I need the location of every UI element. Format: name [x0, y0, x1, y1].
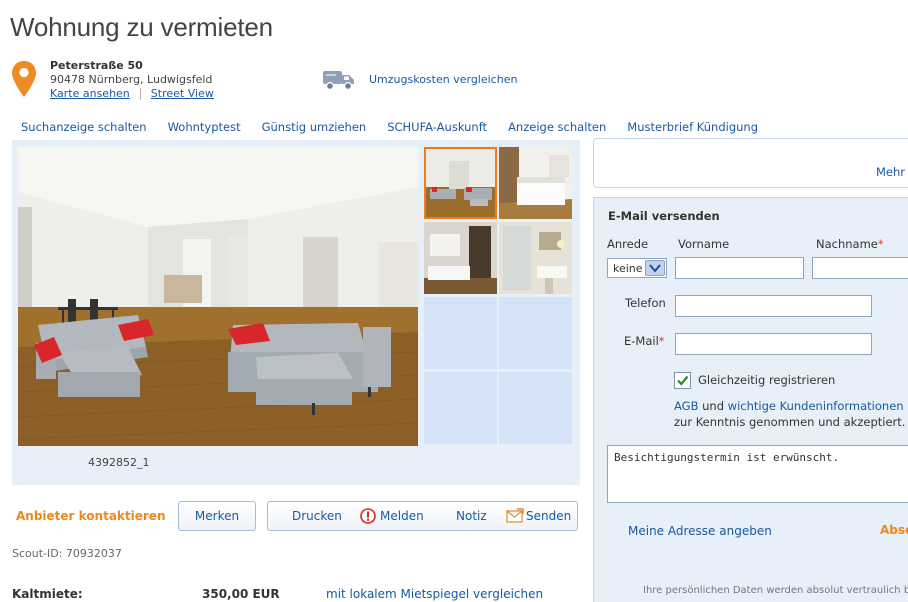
truck-icon — [323, 71, 354, 91]
firstname-label: Vorname — [678, 237, 730, 251]
email-label: E-Mail* — [624, 334, 665, 348]
chevron-down-icon — [645, 260, 665, 276]
print-button[interactable]: Drucken — [292, 502, 342, 530]
main-photo[interactable] — [18, 147, 418, 446]
agb-link[interactable]: AGB — [674, 399, 698, 413]
thumbnail-empty — [424, 297, 497, 369]
thumbnail-empty — [499, 297, 572, 369]
email-input[interactable] — [675, 333, 872, 355]
salutation-label: Anrede — [607, 237, 649, 251]
phone-input[interactable] — [675, 295, 872, 317]
submit-button[interactable]: Absenden — [880, 523, 908, 537]
action-button-group: Drucken Melden Notiz Senden — [267, 501, 578, 531]
mietspiegel-link[interactable]: mit lokalem Mietspiegel vergleichen — [326, 587, 543, 601]
kaltmiete-value: 350,00 EUR — [202, 587, 280, 601]
salutation-select[interactable]: keine — [607, 258, 667, 278]
secondary-nav: Suchanzeige schalten Wohntyptest Günstig… — [21, 120, 779, 134]
privacy-note: Ihre persönlichen Daten werden absolut v… — [643, 585, 908, 596]
thumbnail-3[interactable] — [424, 222, 497, 294]
street-view-link[interactable]: Street View — [151, 87, 214, 100]
lastname-label: Nachname* — [816, 237, 884, 251]
map-link[interactable]: Karte ansehen — [50, 87, 130, 100]
nav-item-schufa[interactable]: SCHUFA-Auskunft — [387, 120, 487, 134]
contact-provider-button[interactable]: Anbieter kontaktieren — [16, 509, 166, 523]
scout-id: Scout-ID: 70932037 — [12, 547, 122, 560]
location-pin-icon — [12, 61, 36, 97]
address-city: 90478 Nürnberg, Ludwigsfeld — [50, 73, 213, 86]
firstname-input[interactable] — [675, 257, 804, 279]
compare-moving-costs-link[interactable]: Umzugskosten vergleichen — [369, 73, 517, 86]
thumbnail-4[interactable] — [499, 222, 572, 294]
info-box — [593, 138, 908, 188]
page-title: Wohnung zu vermieten — [10, 12, 273, 42]
nav-item-wohntyptest[interactable]: Wohntyptest — [168, 120, 241, 134]
customer-info-link[interactable]: wichtige Kundeninformationen — [728, 399, 904, 413]
register-label: Gleichzeitig registrieren — [698, 373, 836, 387]
save-listing-button[interactable]: Merken — [178, 501, 256, 531]
email-form-title: E-Mail versenden — [608, 209, 720, 223]
report-icon — [360, 508, 376, 527]
more-link[interactable]: Mehr — [876, 165, 905, 179]
report-button[interactable]: Melden — [380, 502, 424, 530]
nav-item-umziehen[interactable]: Günstig umziehen — [262, 120, 367, 134]
nav-item-anzeige[interactable]: Anzeige schalten — [508, 120, 606, 134]
terms-line: AGB und wichtige Kundeninformationen — [674, 399, 904, 413]
divider — [139, 87, 141, 100]
phone-label: Telefon — [625, 296, 666, 310]
thumbnail-2[interactable] — [499, 147, 572, 219]
terms-accepted-text: zur Kenntnis genommen und akzeptiert. — [674, 415, 906, 429]
thumbnail-empty — [424, 372, 497, 444]
kaltmiete-label: Kaltmiete: — [12, 587, 83, 601]
send-button[interactable]: Senden — [526, 502, 571, 530]
lastname-input[interactable] — [812, 257, 908, 279]
nav-item-suchanzeige[interactable]: Suchanzeige schalten — [21, 120, 147, 134]
photo-id: 4392852_1 — [88, 456, 150, 469]
register-checkbox[interactable] — [674, 372, 691, 389]
send-mail-icon — [506, 508, 524, 527]
nav-item-musterbrief[interactable]: Musterbrief Kündigung — [627, 120, 758, 134]
address-street: Peterstraße 50 — [50, 59, 143, 72]
thumbnail-1[interactable] — [424, 147, 497, 219]
thumbnail-empty — [499, 372, 572, 444]
message-textarea[interactable]: Besichtigungstermin ist erwünscht. — [607, 445, 908, 503]
add-address-link[interactable]: Meine Adresse angeben — [628, 524, 772, 538]
note-button[interactable]: Notiz — [456, 502, 487, 530]
